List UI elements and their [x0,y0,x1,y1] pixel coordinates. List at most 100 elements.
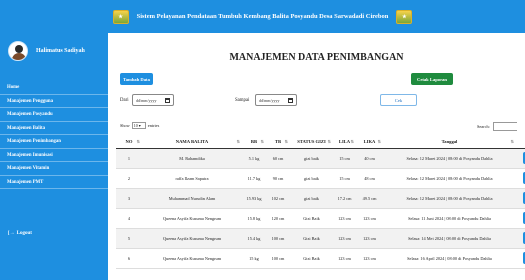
entries-select[interactable]: 10 ▾ [131,122,146,129]
col-header-aksi[interactable]: A [516,136,525,149]
cell-bb: 15 kg [242,248,266,269]
cell-aksi [516,208,525,229]
cell-bb: 15.8 kg [242,208,266,229]
garuda-emblem-icon: ★ [396,9,413,24]
cell-status-gizi: Gizi Baik [290,228,333,249]
check-button[interactable]: Cek [380,94,417,106]
cell-tanggal: Selasa: 11 Juni 2024 | 08:00 di Posyandu… [383,208,516,229]
weighing-table: NO ⇅ NAMA BALITA ⇅ BB ⇅ TB ⇅ STATUS GIZI ⇅ LI… [116,136,525,269]
logout-link[interactable]: [→ Logout [8,231,32,236]
cell-status-gizi: gizi baik [290,188,333,209]
calendar-icon[interactable] [288,98,293,103]
to-date-input[interactable]: dd/mm/yyyy [255,94,297,106]
cell-tanggal: Selasa: 12 Maret 2024 | 08:00 di Posyand… [383,168,516,189]
cell-tanggal: Selasa: 12 Maret 2024 | 08:00 di Posyand… [383,188,516,209]
cell-lika: 123 cm [356,228,383,249]
to-label: Sampai [235,98,250,103]
sidebar-item-penimbangan[interactable]: Manajemen Penimbangan [0,135,108,149]
user-profile: Halimatus Sadiyah [8,41,85,61]
cell-lila: 123 cm [333,208,356,229]
cell-status-gizi: gizi baik [290,168,333,189]
cell-tb: 120 cm [266,208,290,229]
cell-lila: 123 cm [333,228,356,249]
top-header: ★ Sistem Pelayanan Pendataan Tumbuh Kemb… [0,0,525,33]
cell-lika: 123 cm [356,248,383,269]
entries-label: entries [147,123,160,128]
main-content: MANAJEMEN DATA PENIMBANGAN Tambah Data C… [108,33,525,280]
cell-no: 4 [116,208,142,229]
user-name: Halimatus Sadiyah [36,48,85,54]
cell-lika: 48 cm [356,168,383,189]
col-header-lila[interactable]: LILA ⇅ [333,136,356,149]
col-header-tb[interactable]: TB ⇅ [266,136,290,149]
cell-bb: 15.93 kg [242,188,266,209]
cell-nama-balita: Queena Asyifa Kusuma Nengrum [142,248,242,269]
sidebar-menu: Home Manajemen Pengguna Manajemen Posyan… [0,81,108,189]
cell-no: 5 [116,228,142,249]
cell-no: 2 [116,168,142,189]
col-header-lika[interactable]: LIKA ⇅ [356,136,383,149]
from-date-input[interactable]: dd/mm/yyyy [132,94,174,106]
app-title: Sistem Pelayanan Pendataan Tumbuh Kemban… [136,13,389,20]
add-data-button[interactable]: Tambah Data [120,73,153,85]
cell-nama-balita: M. Rahamdika [142,148,242,169]
cell-status-gizi: Gizi Baik [290,208,333,229]
cell-tb: 60 cm [266,148,290,169]
cell-tb: 102 cm [266,188,290,209]
cell-aksi [516,228,525,249]
cell-aksi [516,148,525,169]
logout-label: Logout [16,231,32,236]
cell-lika: 49.5 cm [356,188,383,209]
col-header-status-gizi[interactable]: STATUS GIZI ⇅ [290,136,333,149]
sidebar-item-balita[interactable]: Manajemen Balita [0,122,108,135]
logout-icon: [→ [8,231,15,236]
cell-tb: 90 cm [266,168,290,189]
from-date-placeholder: dd/mm/yyyy [136,97,157,103]
table-row: 2 raffa Ilzam Saputra 11.7 kg 90 cm gizi bai… [116,168,525,189]
cell-lila: 17.2 cm [333,188,356,209]
cell-status-gizi: gizi baik [290,148,333,169]
sidebar-item-pmt[interactable]: Manajemen PMT [0,176,108,189]
col-header-no[interactable]: NO ⇅ [116,136,142,149]
sidebar-item-pengguna[interactable]: Manajemen Pengguna [0,95,108,108]
col-header-bb[interactable]: BB ⇅ [242,136,266,149]
cell-bb: 11.7 kg [242,168,266,189]
garuda-emblem-icon: ★ [112,9,129,24]
cell-aksi [516,248,525,269]
col-header-tanggal[interactable]: Tanggal ⇅ [383,136,516,149]
cell-lika: 40 cm [356,148,383,169]
cell-bb: 5.1 kg [242,148,266,169]
cell-tanggal: Selasa: 16 April 2024 | 08:00 di Posyand… [383,248,516,269]
cell-tanggal: Selasa: 14 Mei 2024 | 08:00 di Posyandu … [383,228,516,249]
cell-nama-balita: raffa Ilzam Saputra [142,168,242,189]
cell-aksi [516,188,525,209]
calendar-icon[interactable] [165,98,170,103]
cell-lika: 123 cm [356,208,383,229]
cell-no: 6 [116,248,142,269]
table-row: 1 M. Rahamdika 5.1 kg 60 cm gizi baik 15 cm 40… [116,148,525,169]
sidebar-item-imunisasi[interactable]: Manajemen Imunisasi [0,149,108,162]
avatar [8,41,28,61]
sidebar-item-home[interactable]: Home [0,81,108,95]
cell-aksi [516,168,525,189]
cell-lila: 123 cm [333,248,356,269]
cell-nama-balita: Queena Asyifa Kusuma Nengrum [142,208,242,229]
cell-lila: 15 cm [333,148,356,169]
cell-status-gizi: Gizi Baik [290,248,333,269]
col-header-nama-balita[interactable]: NAMA BALITA ⇅ [142,136,242,149]
sidebar: Halimatus Sadiyah Home Manajemen Penggun… [0,33,108,280]
cell-no: 1 [116,148,142,169]
print-report-button[interactable]: Cetak Laporan [411,73,453,85]
cell-tb: 100 cm [266,228,290,249]
cell-no: 3 [116,188,142,209]
table-header-row: NO ⇅ NAMA BALITA ⇅ BB ⇅ TB ⇅ STATUS GIZI ⇅ LI… [116,136,525,149]
cell-tb: 100 cm [266,248,290,269]
table-row: 6 Queena Asyifa Kusuma Nengrum 15 kg 100 cm… [116,248,525,269]
sidebar-item-posyandu[interactable]: Manajemen Posyandu [0,108,108,122]
show-label: Show [120,123,130,128]
cell-nama-balita: Muhammad Nurudin Alam [142,188,242,209]
search-input[interactable] [492,122,517,131]
from-label: Dari [120,98,129,103]
cell-nama-balita: Queena Asyifa Kusuma Nengrum [142,228,242,249]
sidebar-item-vitamin[interactable]: Manajemen Vitamin [0,162,108,176]
